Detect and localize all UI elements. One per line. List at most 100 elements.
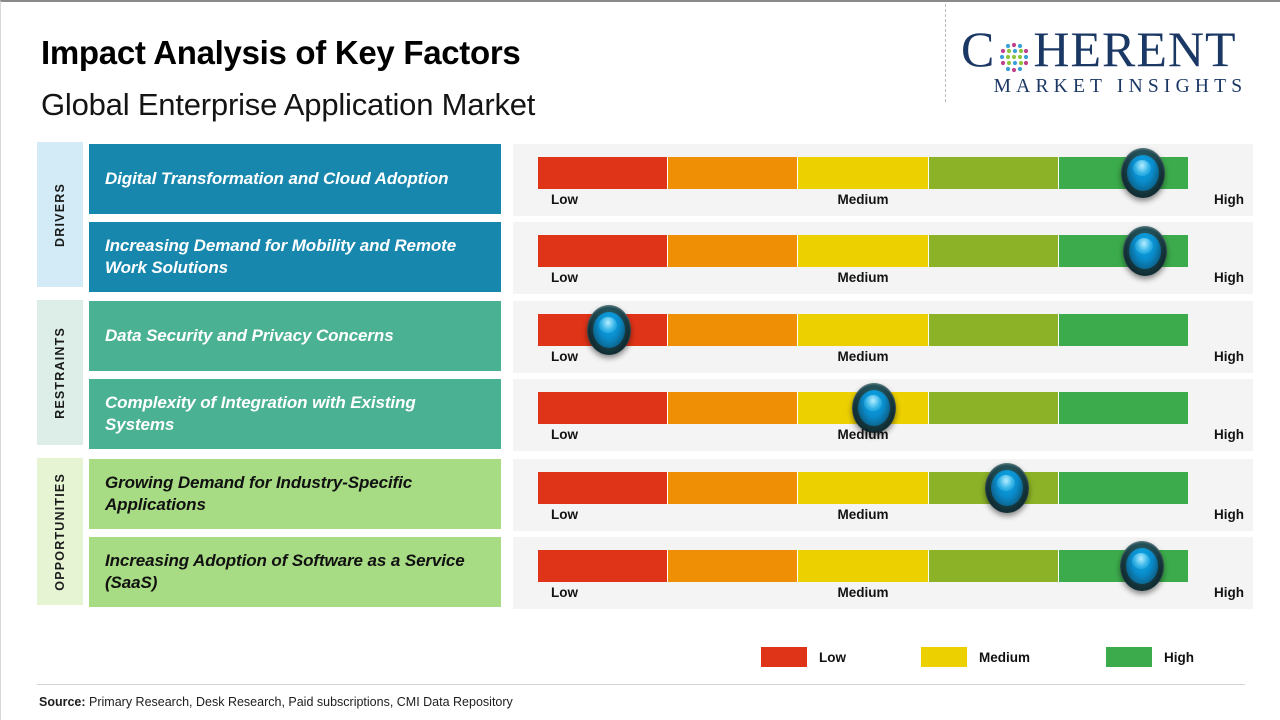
gauge-ticks-3: Low Medium High bbox=[538, 349, 1254, 371]
tick-high-5: High bbox=[1214, 507, 1244, 522]
factor-box-3[interactable]: Data Security and Privacy Concerns bbox=[89, 301, 501, 371]
gauge-row-3: Low Medium High bbox=[513, 301, 1253, 373]
gauge-segment-low-med bbox=[668, 235, 799, 267]
gauge-bar-2[interactable] bbox=[538, 235, 1189, 267]
logo-text-herent: HERENT bbox=[1033, 21, 1237, 77]
marker-highlight-icon bbox=[1133, 160, 1151, 176]
footer-divider bbox=[37, 684, 1245, 685]
legend-label-medium: Medium bbox=[979, 649, 1031, 665]
gauge-row-5: Low Medium High bbox=[513, 459, 1253, 531]
gauge-marker-2[interactable] bbox=[1123, 226, 1167, 276]
factor-label-2: Increasing Demand for Mobility and Remot… bbox=[105, 236, 457, 277]
tick-medium-4: Medium bbox=[837, 427, 889, 442]
legend-label-high: High bbox=[1164, 649, 1194, 665]
gauge-marker-3[interactable] bbox=[587, 305, 631, 355]
marker-highlight-icon bbox=[1135, 238, 1153, 254]
tick-low-3: Low bbox=[551, 349, 578, 364]
gauge-segment-low-med bbox=[668, 314, 799, 346]
gauge-bar-6[interactable] bbox=[538, 550, 1189, 582]
marker-highlight-icon bbox=[864, 395, 882, 411]
header: Impact Analysis of Key Factors Global En… bbox=[1, 2, 1280, 132]
infographic-page: Impact Analysis of Key Factors Global En… bbox=[0, 0, 1280, 720]
gauge-segment-low-med bbox=[668, 550, 799, 582]
legend-item-medium: Medium bbox=[921, 647, 1030, 667]
gauge-segment-low bbox=[538, 472, 669, 504]
gauge-segment-low bbox=[538, 235, 669, 267]
tick-high-2: High bbox=[1214, 270, 1244, 285]
legend-swatch-high bbox=[1106, 647, 1152, 667]
gauge-segment-low bbox=[538, 550, 669, 582]
category-label-restraints: RESTRAINTS bbox=[37, 300, 83, 445]
gauge-segment-high bbox=[1058, 472, 1189, 504]
logo-letter-c: C bbox=[961, 21, 996, 77]
legend-swatch-low bbox=[761, 647, 807, 667]
gauge-ticks-5: Low Medium High bbox=[538, 507, 1254, 529]
factor-label-5: Growing Demand for Industry-Specific App… bbox=[105, 473, 413, 514]
page-subtitle: Global Enterprise Application Market bbox=[41, 87, 536, 122]
gauge-segment-high bbox=[1058, 392, 1189, 424]
gauge-marker-6[interactable] bbox=[1120, 541, 1164, 591]
gauge-segment-low bbox=[538, 392, 669, 424]
tick-high-6: High bbox=[1214, 585, 1244, 600]
page-title: Impact Analysis of Key Factors bbox=[41, 34, 521, 71]
tick-high-4: High bbox=[1214, 427, 1244, 442]
gauge-segment-medium bbox=[798, 235, 929, 267]
factor-label-1: Digital Transformation and Cloud Adoptio… bbox=[105, 169, 449, 189]
gauge-bar-5[interactable] bbox=[538, 472, 1189, 504]
gauge-row-1: Low Medium High bbox=[513, 144, 1253, 216]
tick-medium-6: Medium bbox=[837, 585, 889, 600]
tick-low-6: Low bbox=[551, 585, 578, 600]
gauge-ticks-6: Low Medium High bbox=[538, 585, 1254, 607]
tick-low-5: Low bbox=[551, 507, 578, 522]
legend-item-low: Low bbox=[761, 647, 846, 667]
gauge-segment-low-med bbox=[668, 472, 799, 504]
tick-low-4: Low bbox=[551, 427, 578, 442]
tick-medium-1: Medium bbox=[837, 192, 889, 207]
gauge-segment-low-med bbox=[668, 392, 799, 424]
legend: Low Medium High bbox=[761, 647, 1221, 673]
tick-low-2: Low bbox=[551, 270, 578, 285]
gauge-segment-med-high bbox=[928, 550, 1059, 582]
logo-divider bbox=[945, 4, 946, 102]
gauge-bar-3[interactable] bbox=[538, 314, 1189, 346]
tick-low-1: Low bbox=[551, 192, 578, 207]
source-note: Source: Primary Research, Desk Research,… bbox=[39, 695, 513, 709]
impact-matrix: DRIVERS RESTRAINTS OPPORTUNITIES Digital… bbox=[1, 142, 1280, 612]
legend-label-low: Low bbox=[819, 649, 846, 665]
factor-box-6[interactable]: Increasing Adoption of Software as a Ser… bbox=[89, 537, 501, 607]
legend-swatch-medium bbox=[921, 647, 967, 667]
logo-tagline: MARKET INSIGHTS bbox=[993, 76, 1248, 97]
tick-high-3: High bbox=[1214, 349, 1244, 364]
factor-label-4: Complexity of Integration with Existing … bbox=[105, 393, 416, 434]
factor-box-1[interactable]: Digital Transformation and Cloud Adoptio… bbox=[89, 144, 501, 214]
gauge-bar-1[interactable] bbox=[538, 157, 1189, 189]
marker-highlight-icon bbox=[1132, 553, 1150, 569]
gauge-segment-med-high bbox=[928, 392, 1059, 424]
factor-label-6: Increasing Adoption of Software as a Ser… bbox=[105, 551, 465, 592]
gauge-segment-med-high bbox=[928, 235, 1059, 267]
gauge-marker-5[interactable] bbox=[985, 463, 1029, 513]
gauge-row-6: Low Medium High bbox=[513, 537, 1253, 609]
factor-label-3: Data Security and Privacy Concerns bbox=[105, 326, 394, 346]
gauge-ticks-4: Low Medium High bbox=[538, 427, 1254, 449]
globe-icon bbox=[996, 34, 1032, 73]
tick-medium-3: Medium bbox=[837, 349, 889, 364]
gauge-marker-1[interactable] bbox=[1121, 148, 1165, 198]
gauge-segment-medium bbox=[798, 314, 929, 346]
factor-box-4[interactable]: Complexity of Integration with Existing … bbox=[89, 379, 501, 449]
company-logo: C HERENT MARKET INSIGHTS bbox=[961, 24, 1266, 106]
source-label: Source: bbox=[39, 695, 86, 709]
gauge-segment-medium bbox=[798, 472, 929, 504]
gauge-segment-low-med bbox=[668, 157, 799, 189]
gauge-segment-high bbox=[1058, 314, 1189, 346]
factor-box-5[interactable]: Growing Demand for Industry-Specific App… bbox=[89, 459, 501, 529]
source-text: Primary Research, Desk Research, Paid su… bbox=[85, 695, 513, 709]
tick-medium-5: Medium bbox=[837, 507, 889, 522]
gauge-marker-4[interactable] bbox=[852, 383, 896, 433]
gauge-row-2: Low Medium High bbox=[513, 222, 1253, 294]
gauge-ticks-2: Low Medium High bbox=[538, 270, 1254, 292]
gauge-segment-med-high bbox=[928, 314, 1059, 346]
gauge-row-4: Low Medium High bbox=[513, 379, 1253, 451]
category-label-drivers: DRIVERS bbox=[37, 142, 83, 287]
factor-box-2[interactable]: Increasing Demand for Mobility and Remot… bbox=[89, 222, 501, 292]
